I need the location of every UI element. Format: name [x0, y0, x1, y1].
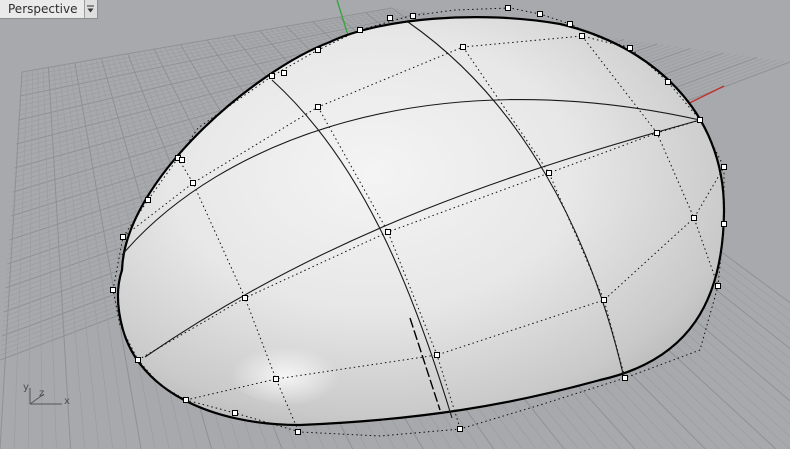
control-point[interactable] — [537, 11, 543, 17]
control-point[interactable] — [460, 44, 466, 50]
viewport-menu-button[interactable] — [83, 0, 97, 18]
control-point[interactable] — [387, 15, 393, 21]
control-point[interactable] — [269, 73, 275, 79]
nurbs-surface[interactable] — [110, 5, 727, 437]
control-point[interactable] — [295, 429, 301, 435]
control-point[interactable] — [315, 104, 321, 110]
control-point[interactable] — [183, 397, 189, 403]
triangle-down-icon — [87, 5, 94, 12]
control-point[interactable] — [410, 13, 416, 19]
control-point[interactable] — [242, 295, 248, 301]
control-point[interactable] — [190, 180, 196, 186]
control-point[interactable] — [691, 215, 697, 221]
control-point[interactable] — [385, 229, 391, 235]
control-point[interactable] — [721, 164, 727, 170]
control-point[interactable] — [457, 426, 463, 432]
control-point[interactable] — [120, 234, 126, 240]
control-point[interactable] — [434, 352, 440, 358]
viewport-title[interactable]: Perspective — [0, 0, 84, 18]
control-point[interactable] — [697, 117, 703, 123]
control-point[interactable] — [654, 130, 660, 136]
control-point[interactable] — [179, 157, 185, 163]
control-point[interactable] — [110, 287, 116, 293]
perspective-viewport[interactable]: Perspective y z x — [0, 0, 790, 449]
control-point[interactable] — [622, 375, 628, 381]
control-point[interactable] — [546, 170, 552, 176]
surface-highlight — [210, 290, 430, 410]
axis-x-label: x — [64, 396, 70, 407]
control-point[interactable] — [721, 221, 727, 227]
control-point[interactable] — [145, 197, 151, 203]
control-point[interactable] — [232, 410, 238, 416]
control-point[interactable] — [281, 70, 287, 76]
axis-y-label: y — [23, 382, 29, 393]
control-point[interactable] — [627, 45, 633, 51]
control-point[interactable] — [567, 21, 573, 27]
control-point[interactable] — [135, 357, 141, 363]
control-point[interactable] — [715, 283, 721, 289]
axis-triad: y z x — [20, 382, 80, 414]
axis-z-label: z — [39, 388, 45, 399]
control-point[interactable] — [665, 79, 671, 85]
viewport-scene[interactable] — [0, 0, 790, 449]
viewport-title-tab[interactable]: Perspective — [0, 0, 98, 19]
control-point[interactable] — [579, 33, 585, 39]
control-point[interactable] — [315, 47, 321, 53]
control-point[interactable] — [505, 5, 511, 11]
axis-triad-icon — [29, 388, 62, 405]
control-point[interactable] — [273, 376, 279, 382]
control-point[interactable] — [601, 297, 607, 303]
control-point[interactable] — [357, 27, 363, 33]
